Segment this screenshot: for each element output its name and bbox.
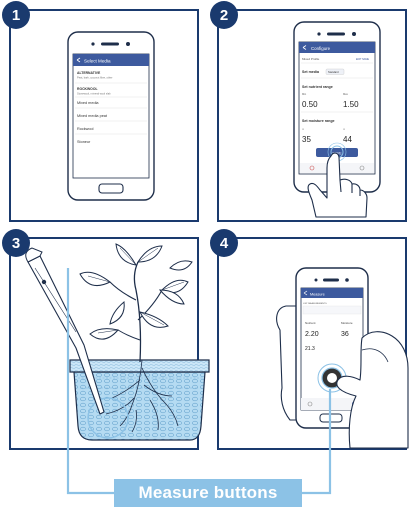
- phone-1: Select Media ALTERNATIVE Peat, bark, coc…: [67, 31, 155, 201]
- plant-pot-illustration: [25, 243, 210, 441]
- phone1-item-5[interactable]: Rockwool: [77, 127, 94, 131]
- temperature-reading-value: 21.3: [305, 346, 315, 352]
- measure-buttons-callout: Measure buttons: [114, 479, 302, 507]
- nutrient-min-label: Min: [302, 92, 307, 96]
- nutrient-max-label: Max: [343, 92, 349, 96]
- phone1-item-4[interactable]: Mixed media peat: [77, 114, 108, 118]
- moisture-reading-label: Moisture: [341, 321, 353, 325]
- media-select-value: Standard: [328, 70, 339, 74]
- phone2-subtitle: Mixed Profile: [302, 57, 320, 61]
- moisture-min-value[interactable]: 35: [302, 135, 311, 144]
- nutrient-min-value[interactable]: 0.50: [302, 100, 318, 109]
- phone1-item-1[interactable]: ALTERNATIVE: [77, 71, 101, 75]
- step-3-badge: 3: [2, 229, 30, 257]
- edit-name-link[interactable]: EDIT NAME: [356, 58, 369, 61]
- phone4-title: Measure: [310, 293, 325, 297]
- phone1-item-6[interactable]: Stoneur: [77, 140, 91, 144]
- moisture-max-value[interactable]: 44: [343, 135, 352, 144]
- phone4-section: LIST MEASUREMENTS: [303, 302, 327, 305]
- nutrient-reading-label: Nutrient: [305, 321, 316, 325]
- nutrient-reading-value: 2.20: [305, 331, 319, 338]
- phone2-title: Configure: [311, 46, 331, 51]
- nutrient-range-label: Set nutrient range: [302, 85, 333, 89]
- phone1-title: Select Media: [84, 59, 111, 64]
- phone1-item-2-sub: Stonewool, mineral wool slab: [77, 92, 111, 96]
- step-2-badge: 2: [210, 1, 238, 29]
- moisture-reading-value: 36: [341, 331, 349, 338]
- phone1-item-1-sub: Peat, bark, coconut fibre, other: [77, 76, 113, 80]
- illustrations: Select Media ALTERNATIVE Peat, bark, coc…: [25, 21, 409, 495]
- step-4-badge: 4: [210, 229, 238, 257]
- moisture-range-label: Set moisture range: [302, 119, 335, 123]
- probe-button-icon[interactable]: [41, 279, 47, 285]
- phone-4: Measure LIST MEASUREMENTS Nutrient Moist…: [276, 267, 409, 449]
- nutrient-max-value[interactable]: 1.50: [343, 100, 359, 109]
- phone1-item-2[interactable]: ROCKWOOL: [77, 87, 98, 91]
- phone1-item-3[interactable]: Mixed media: [77, 101, 99, 105]
- step-1-badge: 1: [2, 1, 30, 29]
- set-media-label: Set media: [302, 70, 320, 74]
